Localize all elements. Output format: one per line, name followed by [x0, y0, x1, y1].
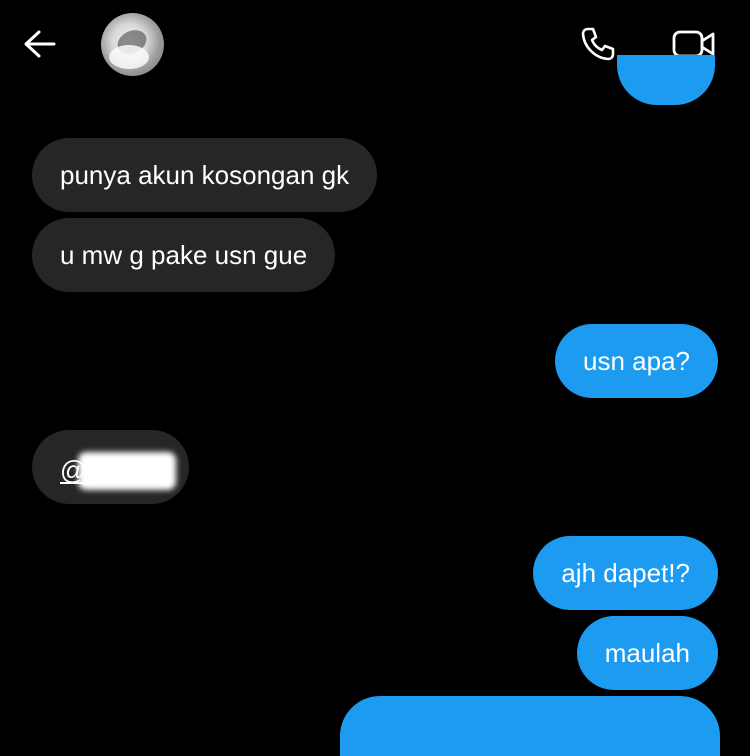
- message-text: usn apa?: [583, 346, 690, 376]
- redacted-username: [78, 452, 176, 490]
- sent-message: usn apa?: [555, 324, 718, 398]
- sent-bubble-partial: [340, 696, 720, 756]
- back-button[interactable]: [18, 24, 60, 64]
- avatar[interactable]: [101, 13, 164, 76]
- received-message: u mw g pake usn gue: [32, 218, 336, 292]
- message-text: ajh dapet!?: [561, 558, 690, 588]
- message-text: u mw g pake usn gue: [60, 240, 308, 270]
- phone-icon: [581, 27, 615, 61]
- arrow-left-icon: [24, 30, 56, 58]
- received-message: punya akun kosongan gk: [32, 138, 378, 212]
- sent-message: ajh dapet!?: [533, 536, 718, 610]
- message-text: maulah: [604, 638, 690, 668]
- call-button[interactable]: [576, 22, 620, 66]
- message-text: punya akun kosongan gk: [60, 160, 350, 190]
- sent-message: maulah: [576, 616, 718, 690]
- sent-bubble-partial: [617, 55, 715, 105]
